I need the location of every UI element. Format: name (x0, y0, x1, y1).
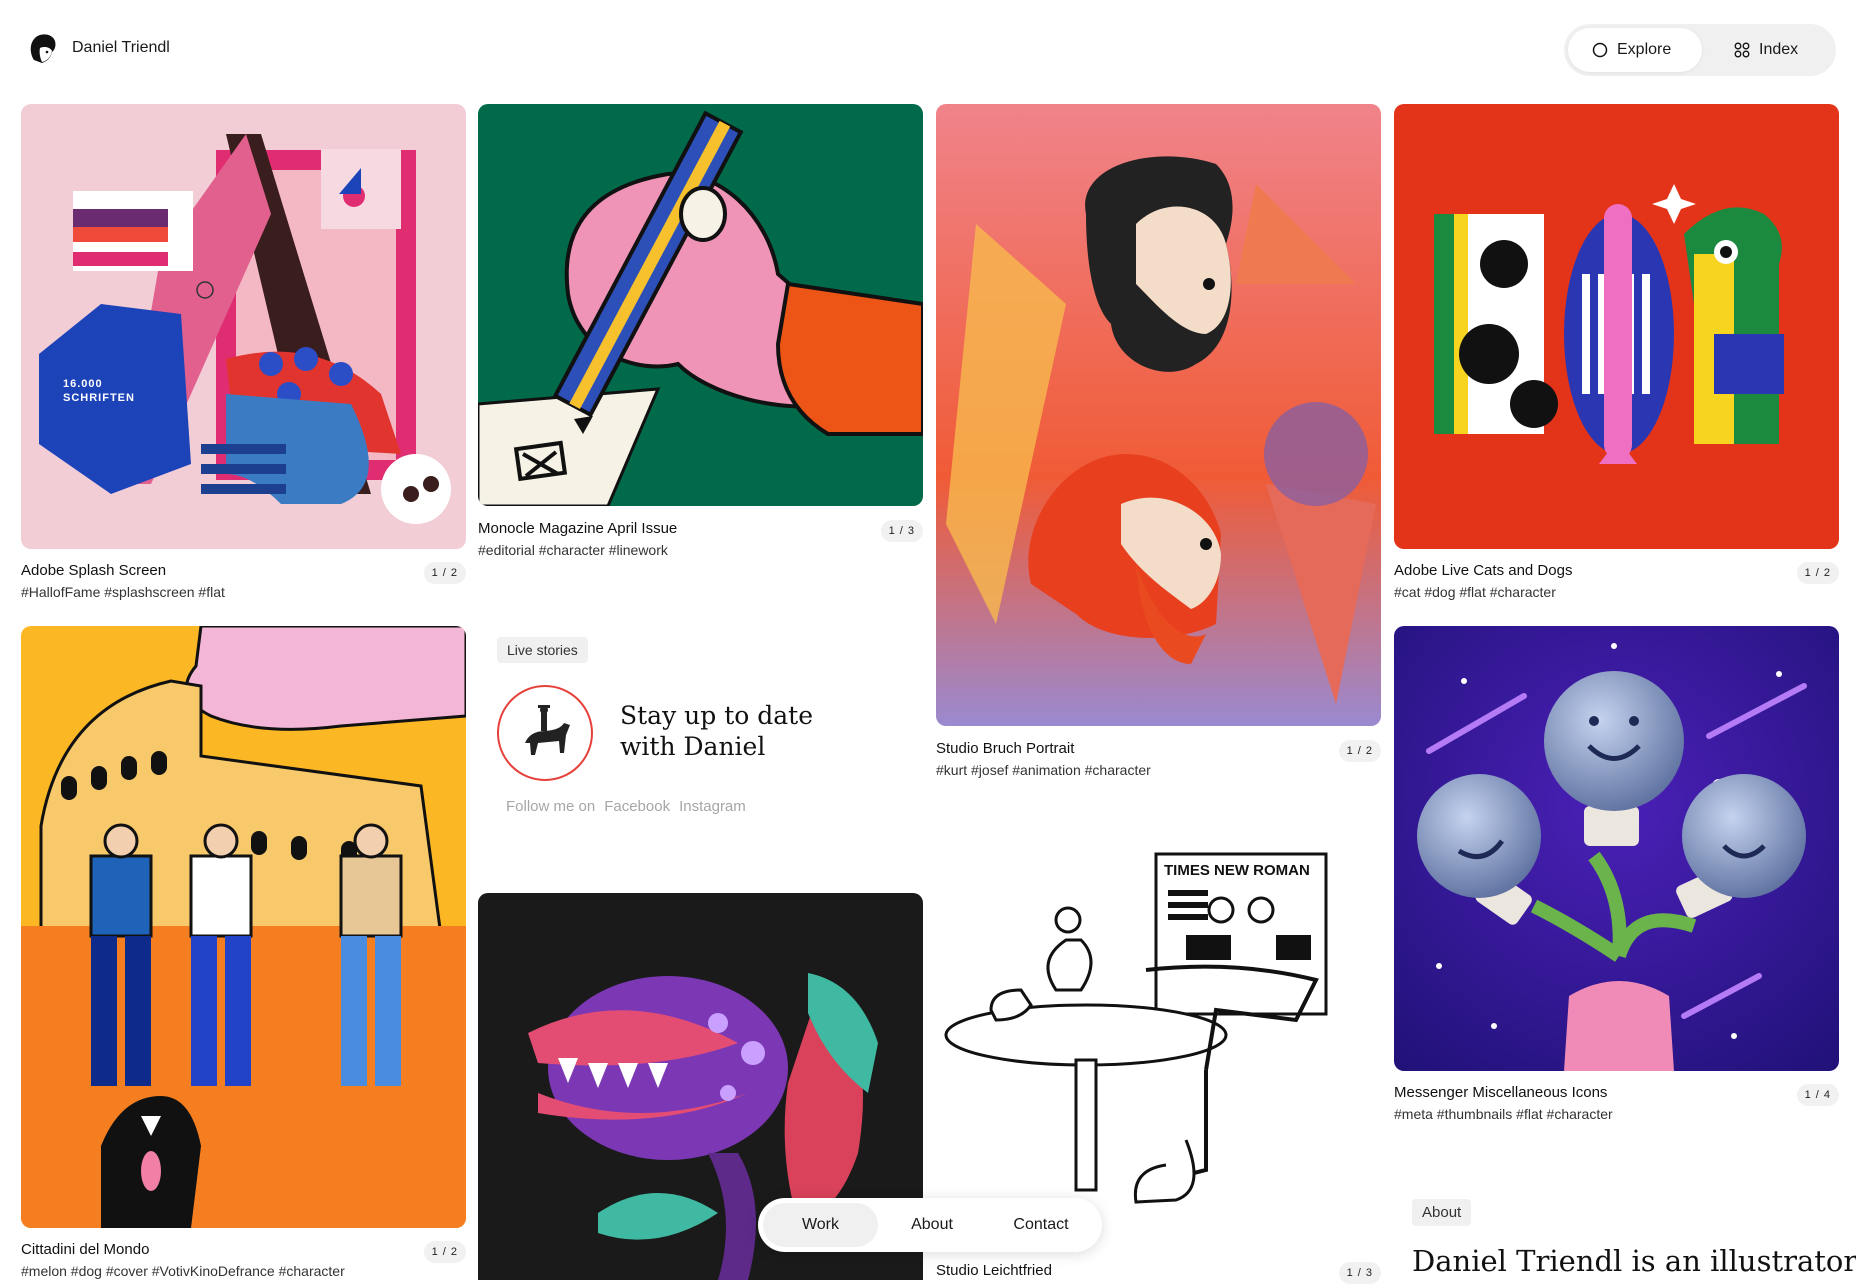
nav-work[interactable]: Work (763, 1203, 878, 1247)
project-thumbnail[interactable] (1394, 104, 1839, 549)
site-header: Daniel Triendl Explore Index (0, 0, 1856, 100)
illustration-caption: 16.000 (63, 378, 103, 390)
facebook-link[interactable]: Facebook (604, 798, 670, 815)
instagram-link[interactable]: Instagram (679, 798, 746, 815)
project-card-monocle[interactable]: Monocle Magazine April Issue #editorial … (478, 104, 923, 564)
live-story-avatar[interactable] (497, 685, 593, 781)
nav-about[interactable]: About (882, 1203, 982, 1247)
image-count-badge: 1 / 3 (880, 520, 923, 542)
live-stories-label: Live stories (497, 637, 588, 663)
project-tags: #melon #dog #cover #VotivKinoDefrance #c… (21, 1263, 345, 1279)
grid-icon (1734, 42, 1750, 58)
project-thumbnail[interactable]: 16.000 SCHRIFTEN (21, 104, 466, 549)
project-card-cittadini[interactable]: Cittadini del Mondo #melon #dog #cover #… (21, 626, 466, 1280)
project-title[interactable]: Studio Leichtfried (936, 1262, 1052, 1279)
project-title[interactable]: Messenger Miscellaneous Icons (1394, 1084, 1607, 1101)
image-count-badge: 1 / 2 (1796, 562, 1839, 584)
avatar-logo-icon (30, 34, 56, 63)
about-text: Daniel Triendl is an illustrator (1412, 1244, 1856, 1278)
image-count-badge: 1 / 4 (1796, 1084, 1839, 1106)
heading-line: Stay up to date (620, 701, 813, 730)
project-title[interactable]: Monocle Magazine April Issue (478, 520, 677, 537)
project-title[interactable]: Cittadini del Mondo (21, 1241, 149, 1258)
project-tags: #HallofFame #splashscreen #flat (21, 584, 225, 600)
circle-icon (1592, 42, 1608, 58)
follow-label: Follow me on (506, 798, 596, 815)
project-tags: #editorial #character #linework (478, 542, 668, 558)
project-thumbnail[interactable] (1394, 626, 1839, 1071)
project-card-cats-dogs[interactable]: Adobe Live Cats and Dogs #cat #dog #flat… (1394, 104, 1839, 604)
index-button[interactable]: Index (1710, 28, 1832, 72)
project-thumbnail[interactable]: TIMES NEW ROMAN (936, 840, 1381, 1210)
project-card-adobe-splash[interactable]: 16.000 SCHRIFTEN Adobe Splash Screen #Ha… (21, 104, 466, 604)
project-tags: #meta #thumbnails #flat #character (1394, 1106, 1613, 1122)
project-card-messenger[interactable]: Messenger Miscellaneous Icons #meta #thu… (1394, 626, 1839, 1126)
project-title[interactable]: Adobe Live Cats and Dogs (1394, 562, 1572, 579)
nav-contact[interactable]: Contact (986, 1203, 1096, 1247)
project-thumbnail[interactable] (21, 626, 466, 1228)
site-owner-name: Daniel Triendl (72, 39, 170, 56)
image-count-badge: 1 / 2 (1338, 740, 1381, 762)
view-toggle: Explore Index (1564, 24, 1836, 76)
about-label: About (1412, 1199, 1472, 1226)
explore-label: Explore (1617, 41, 1672, 58)
newspaper-headline: TIMES NEW ROMAN (1164, 862, 1310, 879)
horse-rider-icon (525, 705, 570, 755)
project-tags: #kurt #josef #animation #character (936, 762, 1151, 778)
live-stories-heading: Stay up to date with Daniel (620, 700, 813, 762)
image-count-badge: 1 / 2 (423, 1241, 466, 1263)
project-thumbnail[interactable] (478, 104, 923, 506)
project-tags: #cat #dog #flat #character (1394, 584, 1556, 600)
heading-line: with Daniel (620, 732, 766, 761)
image-count-badge: 1 / 2 (423, 562, 466, 584)
social-links: Follow me on Facebook Instagram (506, 798, 746, 815)
project-title[interactable]: Studio Bruch Portrait (936, 740, 1074, 757)
explore-button[interactable]: Explore (1568, 28, 1702, 72)
project-title[interactable]: Adobe Splash Screen (21, 562, 166, 579)
index-label: Index (1759, 41, 1799, 58)
illustration-caption: SCHRIFTEN (63, 392, 135, 404)
bottom-nav: Work About Contact (758, 1198, 1102, 1252)
image-count-badge: 1 / 3 (1338, 1262, 1381, 1284)
project-thumbnail[interactable] (936, 104, 1381, 726)
brand[interactable]: Daniel Triendl (26, 30, 170, 66)
project-card-studio-bruch[interactable]: Studio Bruch Portrait #kurt #josef #anim… (936, 104, 1381, 784)
